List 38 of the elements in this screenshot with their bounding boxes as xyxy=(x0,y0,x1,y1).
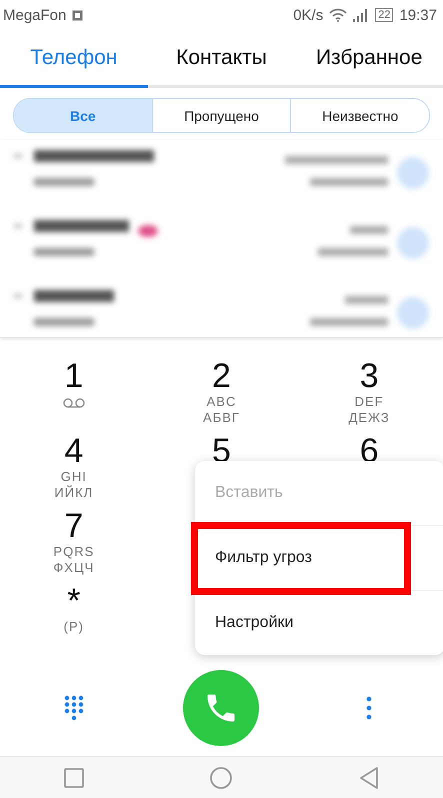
wifi-icon xyxy=(329,8,348,22)
home-icon[interactable] xyxy=(210,766,232,788)
key-letters: ABC xyxy=(206,394,236,410)
dial-key[interactable]: 2 ABC АБВГ xyxy=(148,358,296,433)
key-digit: 3 xyxy=(360,358,379,394)
key-letters: АБВГ xyxy=(203,410,240,426)
key-letters: PQRS xyxy=(53,544,94,560)
signal-icon xyxy=(353,8,370,22)
dial-key[interactable]: 3 DEF ДЕЖЗ xyxy=(295,358,443,433)
voicemail-icon xyxy=(62,398,85,408)
key-letters: GHI xyxy=(60,469,87,485)
dial-key[interactable]: * (P) xyxy=(0,583,148,658)
dial-key[interactable]: 1 xyxy=(0,358,148,433)
recent-apps-icon[interactable] xyxy=(64,768,84,788)
network-speed: 0K/s xyxy=(293,6,324,24)
key-digit: 2 xyxy=(212,358,231,394)
carrier-name: MegaFon xyxy=(3,6,66,24)
key-digit: 1 xyxy=(64,358,84,394)
clock: 19:37 xyxy=(399,6,437,24)
dial-key[interactable]: 7 PQRS ФХЦЧ xyxy=(0,508,148,583)
sim-icon xyxy=(72,10,84,20)
key-digit: 7 xyxy=(64,508,84,544)
dial-key[interactable]: 4 GHI ИЙКЛ xyxy=(0,433,148,508)
filter-tab[interactable]: Неизвестно xyxy=(290,99,429,132)
tab[interactable]: Телефон xyxy=(0,30,148,88)
key-letters: (P) xyxy=(64,619,84,635)
menu-item[interactable]: Настройки xyxy=(195,590,443,655)
tab[interactable]: Контакты xyxy=(148,30,296,88)
battery-level: 22 xyxy=(375,8,394,22)
key-letters: DEF xyxy=(354,394,384,410)
key-letters: ИЙКЛ xyxy=(54,485,94,501)
menu-item[interactable]: Фильтр угроз xyxy=(195,525,443,590)
key-digit: * xyxy=(67,583,80,619)
key-digit: 4 xyxy=(64,433,84,469)
back-icon[interactable] xyxy=(359,766,380,788)
tab[interactable]: Избранное xyxy=(295,30,443,88)
key-letters: ФХЦЧ xyxy=(53,560,94,576)
key-letters: ДЕЖЗ xyxy=(348,410,390,426)
